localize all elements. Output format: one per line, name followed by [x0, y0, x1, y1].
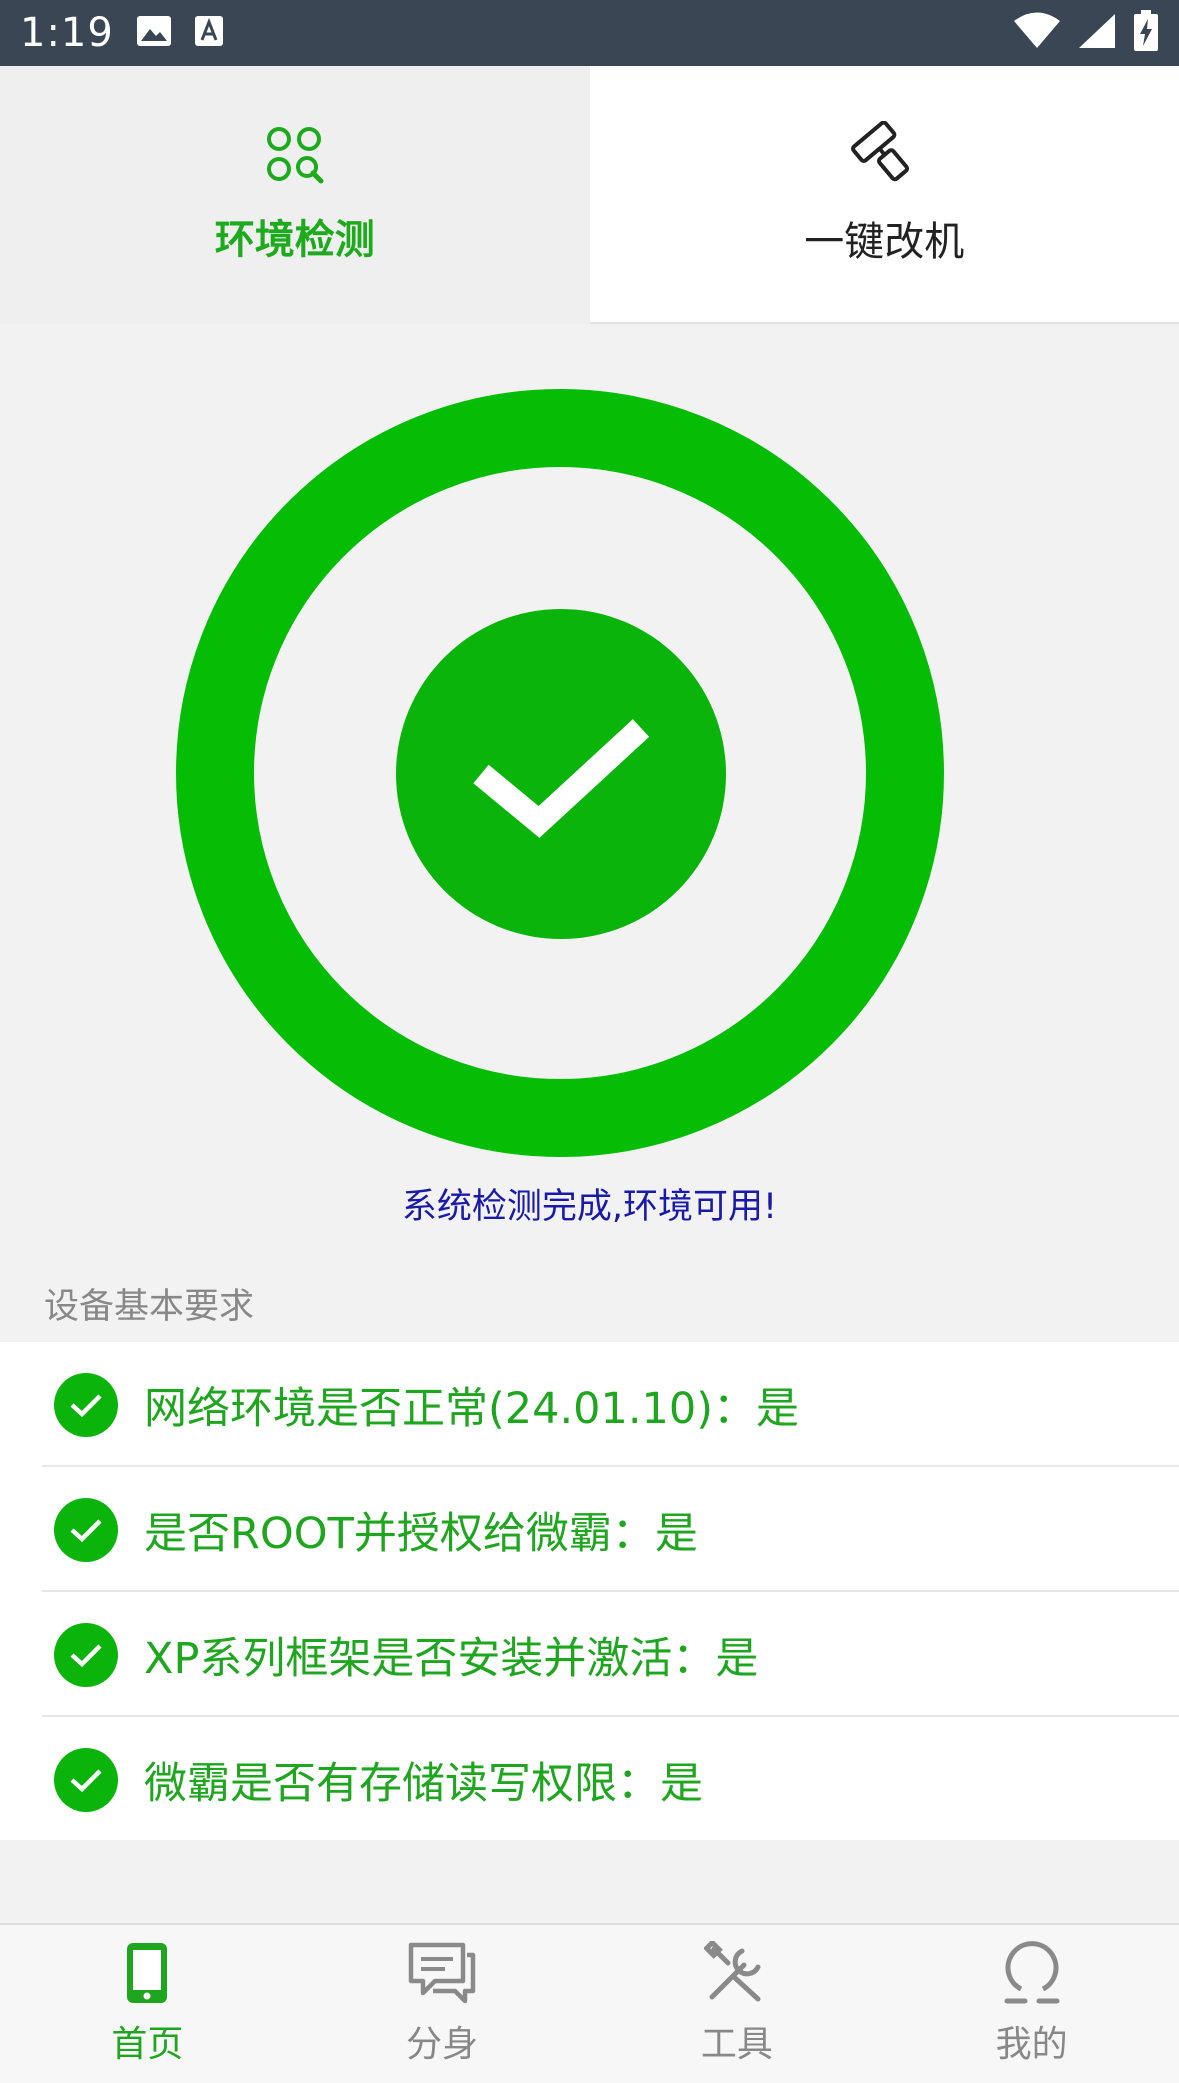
nav-tools[interactable]: 工具: [590, 1925, 885, 2083]
check-circle-icon: [54, 1372, 118, 1437]
wifi-icon: [1013, 12, 1061, 54]
detect-grid-icon: [265, 125, 325, 189]
big-check-icon: [396, 609, 726, 939]
tab-environment-detect-label: 环境检测: [214, 217, 375, 263]
nav-clone[interactable]: 分身: [295, 1925, 590, 2083]
list-item: 网络环境是否正常(24.01.10)：是: [0, 1342, 1179, 1467]
list-item: 微霸是否有存储读写权限：是: [0, 1717, 1179, 1842]
user-icon: [1003, 1941, 1061, 2009]
phone-icon: [123, 1941, 171, 2009]
image-icon: [136, 15, 172, 51]
paint-roller-icon: [849, 120, 919, 191]
requirements-title: 设备基本要求: [44, 1287, 255, 1327]
nav-clone-label: 分身: [406, 2024, 479, 2065]
tools-icon: [702, 1939, 770, 2009]
requirement-label: 网络环境是否正常(24.01.10)：是: [144, 1383, 800, 1434]
requirement-label: 微霸是否有存储读写权限：是: [144, 1758, 703, 1809]
status-right: [1013, 10, 1159, 56]
tab-one-click-modify[interactable]: 一键改机: [589, 66, 1179, 324]
font-a-icon: [194, 15, 224, 51]
status-left: 1:19: [20, 10, 224, 56]
list-item: 是否ROOT并授权给微霸：是: [0, 1467, 1179, 1592]
status-time: 1:19: [20, 10, 114, 56]
tab-environment-detect[interactable]: 环境检测: [0, 66, 590, 324]
nav-home-label: 首页: [111, 2024, 184, 2065]
check-circle-icon: [54, 1747, 118, 1812]
check-circle-icon: [54, 1622, 118, 1687]
list-item: XP系列框架是否安装并激活：是: [0, 1592, 1179, 1717]
requirement-label: XP系列框架是否安装并激活：是: [144, 1633, 759, 1684]
nav-mine[interactable]: 我的: [884, 1925, 1179, 2083]
requirement-label: 是否ROOT并授权给微霸：是: [144, 1508, 698, 1559]
battery-charging-icon: [1133, 10, 1159, 56]
top-tabs: 环境检测 一键改机: [0, 66, 1179, 324]
app-screen: 1:19 环境检测 一键改机 系统检测完成,环境可用! 设备基本要求 网络环境是…: [0, 0, 1179, 2083]
bottom-nav: 首页 分身 工具 我的: [0, 1923, 1179, 2083]
signal-icon: [1077, 12, 1117, 54]
status-bar: 1:19: [0, 0, 1179, 66]
requirements-list: 网络环境是否正常(24.01.10)：是 是否ROOT并授权给微霸：是 XP系列…: [0, 1342, 1179, 1840]
nav-tools-label: 工具: [700, 2024, 773, 2065]
nav-home[interactable]: 首页: [0, 1925, 295, 2083]
nav-mine-label: 我的: [995, 2024, 1068, 2065]
tab-one-click-modify-label: 一键改机: [804, 219, 965, 265]
chat-bubble-icon: [407, 1941, 477, 2009]
check-result-message: 系统检测完成,环境可用!: [401, 1187, 778, 1227]
check-circle-icon: [54, 1497, 118, 1562]
